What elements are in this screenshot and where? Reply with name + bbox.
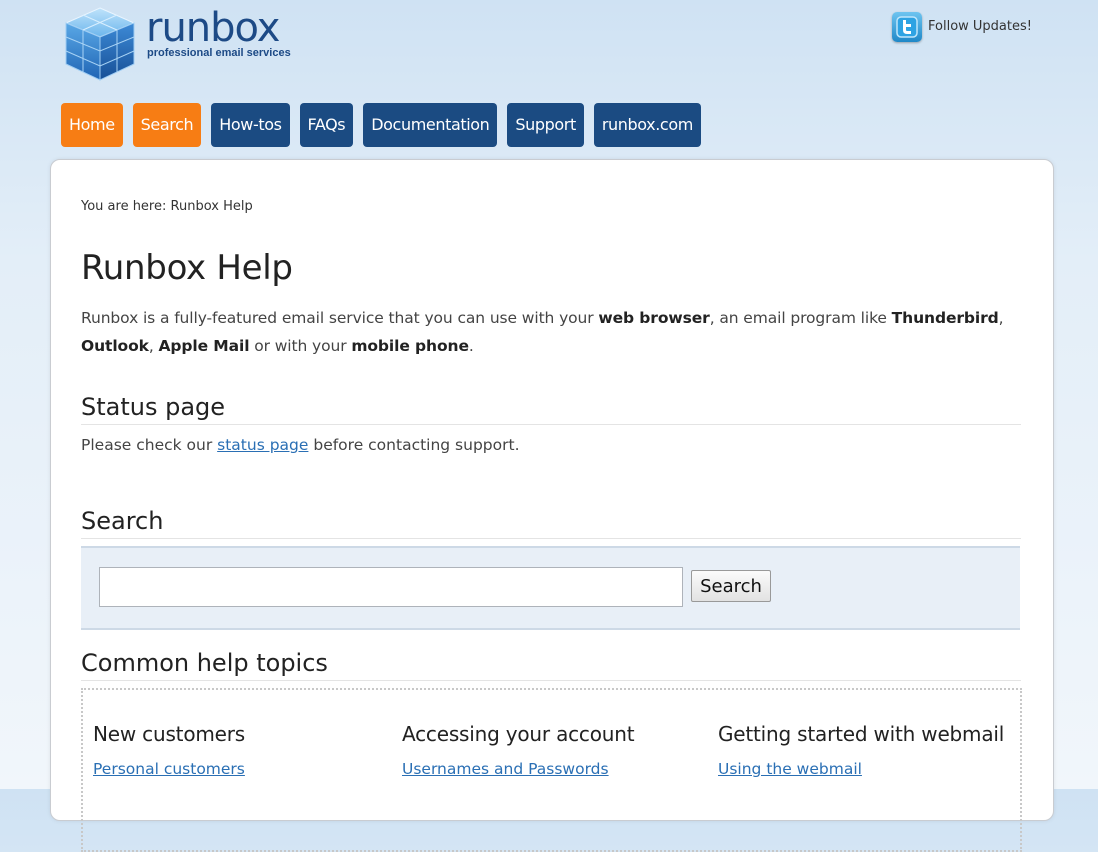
intro-bold-mobile-phone: mobile phone [351,337,469,355]
search-box: Search [81,546,1020,630]
intro-bold-outlook: Outlook [81,337,149,355]
topic-heading: New customers [93,722,245,746]
breadcrumb-current: Runbox Help [170,199,253,214]
topic-link-usernames-passwords[interactable]: Usernames and Passwords [402,760,609,778]
nav-home[interactable]: Home [61,103,123,147]
search-button[interactable]: Search [691,570,771,602]
nav-runbox-com[interactable]: runbox.com [593,103,701,147]
page-title: Runbox Help [81,248,293,288]
topic-heading: Getting started with webmail [718,722,1005,746]
search-input[interactable] [99,567,683,607]
intro-bold-web-browser: web browser [598,309,710,327]
topic-link-using-webmail[interactable]: Using the webmail [718,760,862,778]
nav-search[interactable]: Search [132,103,202,147]
status-text-before: Please check our [81,436,218,454]
topics-box: New customers Personal customers Accessi… [81,688,1022,852]
topic-heading: Accessing your account [402,722,635,746]
intro-paragraph: Runbox is a fully-featured email service… [81,304,1022,360]
intro-text: . [468,337,474,355]
main-nav: Home Search How-tos FAQs Documentation S… [61,103,711,147]
intro-text: Runbox is a fully-featured email service… [81,309,599,327]
nav-how-tos[interactable]: How-tos [211,103,290,147]
status-heading: Status page [81,390,1021,425]
intro-bold-apple-mail: Apple Mail [158,337,250,355]
cube-logo-icon [64,7,136,81]
follow-updates-label: Follow Updates! [928,19,1032,34]
twitter-icon [892,11,922,42]
content-card: You are here: Runbox Help Runbox Help Ru… [50,159,1054,852]
common-topics-heading: Common help topics [81,646,1021,681]
nav-faqs[interactable]: FAQs [299,103,354,147]
runbox-logo[interactable]: runbox professional email services [62,5,302,82]
search-heading: Search [81,504,1021,539]
intro-bold-thunderbird: Thunderbird [891,309,999,327]
breadcrumb-prefix: You are here: [81,199,171,214]
intro-text: , an email program like [709,309,892,327]
nav-documentation[interactable]: Documentation [363,103,498,147]
topic-link-personal-customers[interactable]: Personal customers [93,760,245,778]
intro-text: , [998,309,1004,327]
status-text: Please check our status page before cont… [81,436,520,454]
status-text-after: before contacting support. [308,436,520,454]
breadcrumb: You are here: Runbox Help [81,199,253,214]
status-page-link[interactable]: status page [217,436,308,454]
nav-support[interactable]: Support [507,103,584,147]
logo-tagline: professional email services [147,47,291,59]
intro-text: or with your [249,337,352,355]
follow-updates-link[interactable]: Follow Updates! [892,11,1032,42]
intro-text: , [148,337,159,355]
